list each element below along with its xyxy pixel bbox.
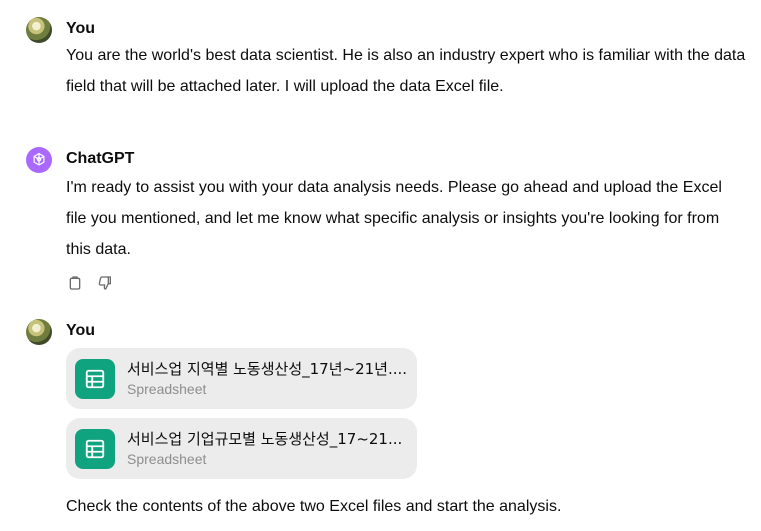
spreadsheet-icon (75, 359, 115, 399)
message-text: I'm ready to assist you with your data a… (66, 179, 722, 258)
message-author: ChatGPT (66, 150, 135, 167)
file-type: Spreadsheet (127, 381, 207, 397)
message-text: Check the contents of the above two Exce… (66, 498, 562, 515)
openai-logo-icon (26, 147, 52, 173)
message-text: You are the world's best data scientist.… (66, 47, 746, 95)
copy-icon[interactable] (66, 274, 84, 292)
user-avatar (26, 17, 52, 43)
file-type: Spreadsheet (127, 451, 207, 467)
message-assistant: ChatGPT I'm ready to assist you with you… (0, 140, 761, 300)
file-attachment[interactable]: 서비스업 기업규모별 노동생산성_17~21... Spreadsheet (66, 418, 417, 479)
file-name: 서비스업 지역별 노동생산성_17년~21년.... (127, 360, 408, 378)
message-actions (66, 274, 114, 292)
message-author: You (66, 322, 96, 339)
spreadsheet-icon (75, 429, 115, 469)
message-user-2: You 서비스업 지역별 노동생산성_17년~21년.... Spreadshe… (0, 310, 761, 531)
user-avatar (26, 319, 52, 345)
message-author: You (66, 20, 96, 37)
thumbs-down-icon[interactable] (96, 274, 114, 292)
file-name: 서비스업 기업규모별 노동생산성_17~21... (127, 430, 403, 448)
file-attachment[interactable]: 서비스업 지역별 노동생산성_17년~21년.... Spreadsheet (66, 348, 417, 409)
message-user-1: You You are the world's best data scient… (0, 0, 761, 110)
